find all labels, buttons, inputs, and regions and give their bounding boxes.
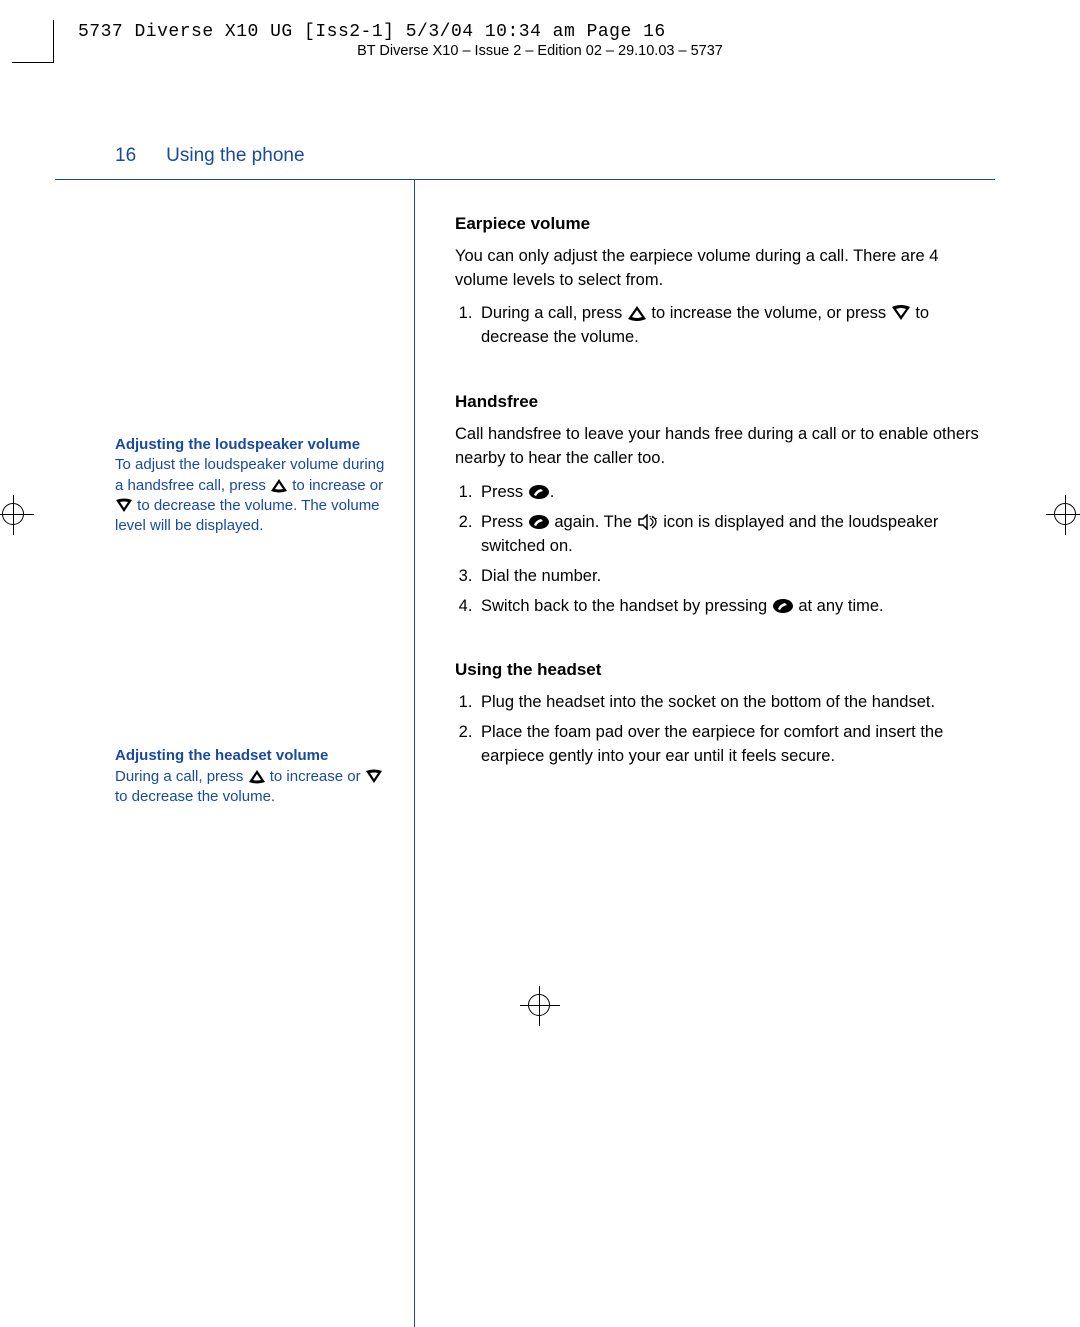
step-item: Plug the headset into the socket on the … [477,691,995,715]
up-arrow-icon [248,769,266,784]
step-item: Press . [477,481,995,505]
handsfree-icon [637,514,659,530]
body-text: You can only adjust the earpiece volume … [455,245,995,293]
print-slug: 5737 Diverse X10 UG [Iss2-1] 5/3/04 10:3… [78,22,666,42]
tip-heading: Adjusting the headset volume [115,746,392,766]
body-text: Call handsfree to leave your hands free … [455,423,995,471]
step-text: to increase the volume, or press [647,304,891,322]
up-arrow-icon [627,305,647,321]
sidebar-tip-loudspeaker: Adjusting the loudspeaker volume To adju… [115,435,392,536]
main-column: Earpiece volume You can only adjust the … [415,180,995,1327]
talk-key-icon [528,514,550,530]
section-using-headset: Using the headset Plug the headset into … [455,658,995,768]
section-handsfree: Handsfree Call handsfree to leave your h… [455,390,995,618]
step-item: During a call, press to increase the vol… [477,302,995,350]
tip-text: to decrease the volume. [115,788,275,805]
step-text: Switch back to the handset by pressing [481,597,772,615]
sidebar-tip-headset: Adjusting the headset volume During a ca… [115,746,392,807]
page-title: Using the phone [166,145,304,167]
sidebar-column: Adjusting the loudspeaker volume To adju… [115,180,415,1327]
down-arrow-icon [365,769,383,784]
step-item: Place the foam pad over the earpiece for… [477,721,995,769]
section-earpiece-volume: Earpiece volume You can only adjust the … [455,212,995,350]
step-text: at any time. [794,597,884,615]
step-item: Press again. The icon is displayed and t… [477,511,995,559]
up-arrow-icon [270,478,288,493]
running-head: BT Diverse X10 – Issue 2 – Edition 02 – … [0,43,1080,59]
section-heading: Using the headset [455,658,995,683]
page-content: 16 Using the phone Adjusting the loudspe… [115,145,995,1327]
section-heading: Earpiece volume [455,212,995,237]
section-heading: Handsfree [455,390,995,415]
step-text: Press [481,483,528,501]
tip-text: During a call, press [115,768,248,785]
talk-key-icon [528,484,550,500]
step-item: Dial the number. [477,565,995,589]
step-text: . [550,483,555,501]
tip-text: to increase or [266,768,365,785]
tip-heading: Adjusting the loudspeaker volume [115,435,392,455]
page-number: 16 [115,145,136,167]
step-text: During a call, press [481,304,627,322]
step-text: Press [481,513,528,531]
down-arrow-icon [115,498,133,513]
step-text: again. The [550,513,637,531]
tip-text: to decrease the volume. The volume level… [115,497,380,534]
down-arrow-icon [891,305,911,321]
talk-key-icon [772,598,794,614]
step-item: Switch back to the handset by pressing a… [477,595,995,619]
tip-text: to increase or [288,477,383,494]
